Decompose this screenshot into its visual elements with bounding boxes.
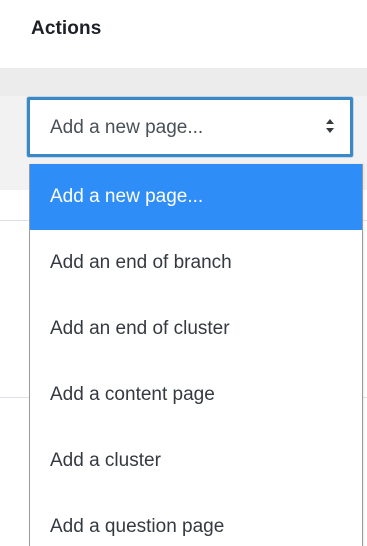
option-add-content-page[interactable]: Add a content page — [30, 362, 362, 428]
option-add-cluster[interactable]: Add a cluster — [30, 428, 362, 494]
option-add-end-of-cluster[interactable]: Add an end of cluster — [30, 296, 362, 362]
option-add-new-page[interactable]: Add a new page... — [30, 164, 362, 230]
action-select-dropdown: Add a new page... Add an end of branch A… — [29, 164, 363, 546]
option-add-question-page[interactable]: Add a question page — [30, 494, 362, 546]
section-heading: Actions — [31, 18, 102, 39]
table-header-strip — [0, 68, 367, 96]
page: Actions Add a new page... Add a new page… — [0, 0, 367, 546]
option-add-end-of-branch[interactable]: Add an end of branch — [30, 230, 362, 296]
sort-arrows-icon — [326, 119, 334, 133]
action-select[interactable]: Add a new page... — [27, 97, 353, 157]
action-select-value: Add a new page... — [50, 117, 204, 138]
